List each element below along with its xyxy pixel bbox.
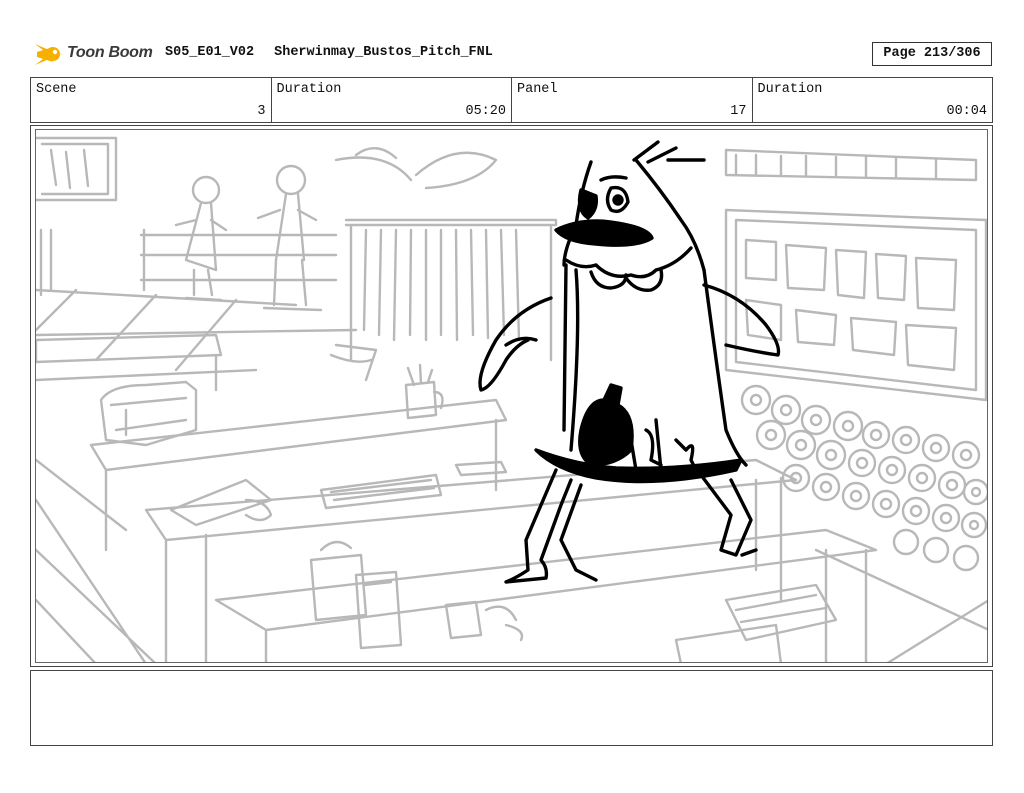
info-row: Scene 3 Duration 05:20 Panel 17 Duration…	[30, 77, 993, 123]
panel-duration-value: 00:04	[946, 104, 987, 119]
scene-duration-value: 05:20	[465, 104, 506, 119]
project-title: S05_E01_V02 Sherwinmay_Bustos_Pitch_FNL	[165, 45, 513, 60]
project-name: Sherwinmay_Bustos_Pitch_FNL	[274, 45, 493, 60]
panel-duration-cell: Duration 00:04	[753, 78, 993, 122]
panel-notes-box	[30, 670, 993, 746]
panel-cell: Panel 17	[512, 78, 753, 122]
logo-text: Toon Boom	[67, 44, 153, 61]
character-sketch	[478, 140, 781, 584]
scene-duration-cell: Duration 05:20	[272, 78, 512, 122]
background-sketch	[36, 136, 987, 662]
panel-value: 17	[730, 104, 747, 119]
panel-label: Panel	[517, 82, 558, 97]
panel-duration-label: Duration	[757, 82, 823, 97]
scene-cell: Scene 3	[31, 78, 272, 122]
storyboard-panel-image	[35, 129, 988, 663]
scene-value: 3	[257, 104, 266, 119]
scene-label: Scene	[36, 82, 77, 97]
page-indicator: Page 213/306	[872, 42, 992, 66]
episode-code: S05_E01_V02	[165, 45, 255, 60]
scene-duration-label: Duration	[276, 82, 342, 97]
